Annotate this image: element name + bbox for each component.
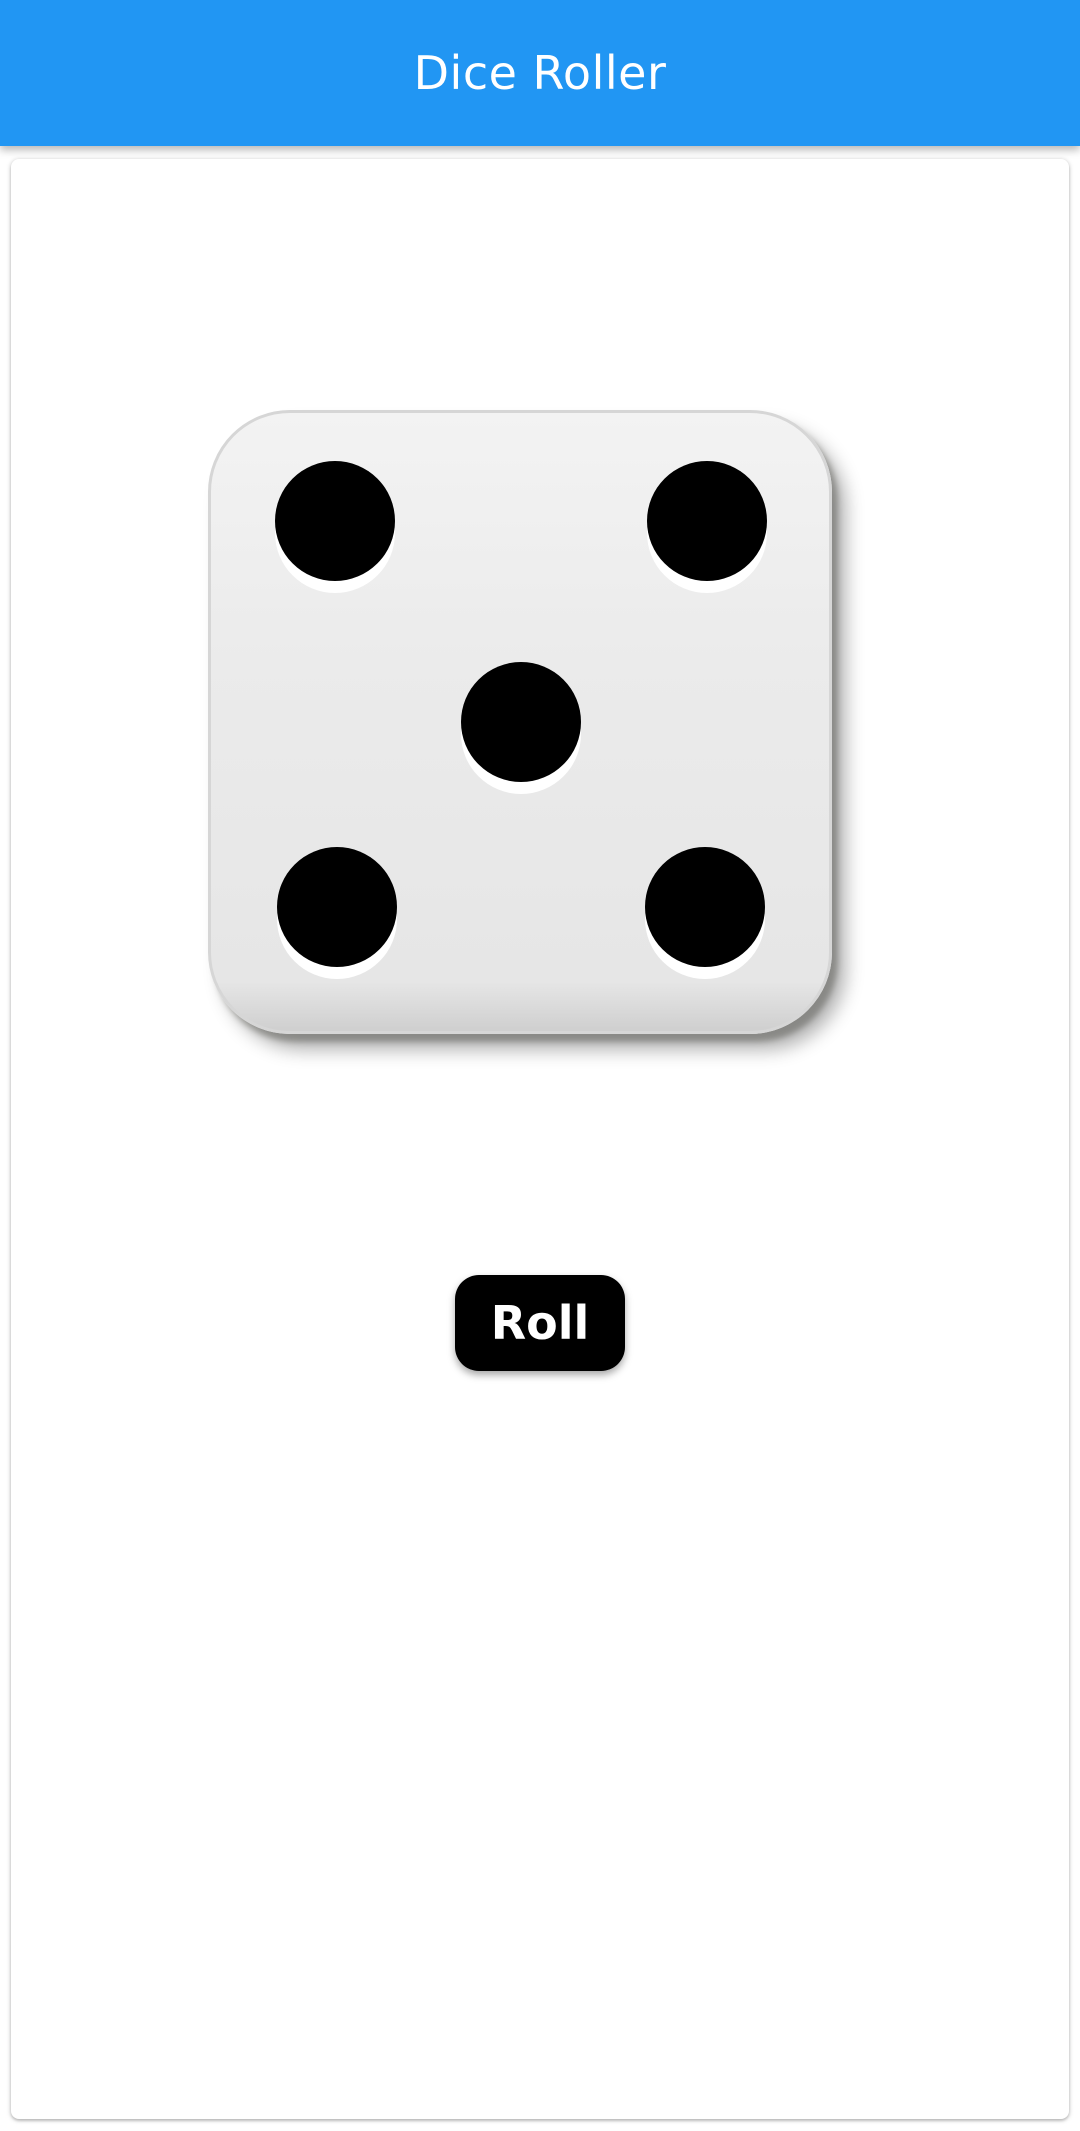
dice-face [208,410,832,1034]
pip-bottom-right [645,847,765,967]
app-title: Dice Roller [413,46,667,100]
pip-top-right [647,461,767,581]
app-bar: Dice Roller [0,0,1080,146]
roll-button[interactable]: Roll [455,1275,625,1371]
pip-bottom-left [277,847,397,967]
pip-top-left [275,461,395,581]
pip-center [461,662,581,782]
